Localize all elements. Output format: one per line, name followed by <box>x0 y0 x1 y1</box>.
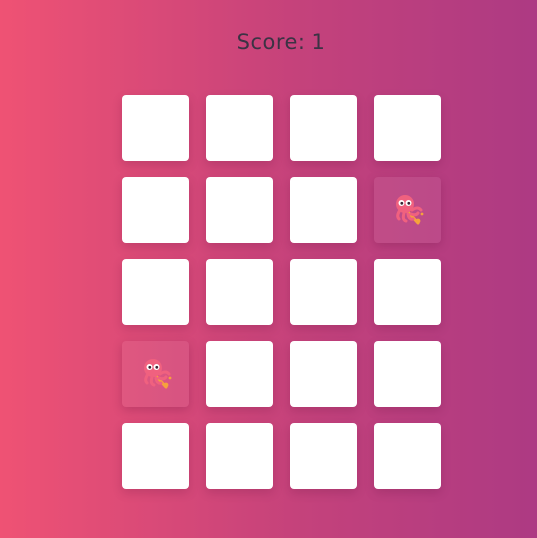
memory-card[interactable] <box>290 423 357 489</box>
memory-card[interactable] <box>206 177 273 243</box>
memory-card-matched[interactable] <box>122 341 189 407</box>
memory-card[interactable] <box>206 423 273 489</box>
card-grid <box>122 95 441 489</box>
octopus-icon <box>395 195 423 225</box>
memory-card[interactable] <box>122 423 189 489</box>
score-value: 1 <box>311 30 326 54</box>
memory-card[interactable] <box>290 95 357 161</box>
memory-card[interactable] <box>374 423 441 489</box>
memory-card[interactable] <box>122 259 189 325</box>
memory-card[interactable] <box>290 177 357 243</box>
memory-card[interactable] <box>374 341 441 407</box>
memory-card[interactable] <box>374 95 441 161</box>
score-label: Score: <box>236 30 306 54</box>
memory-card[interactable] <box>206 95 273 161</box>
memory-card[interactable] <box>122 177 189 243</box>
memory-card[interactable] <box>290 341 357 407</box>
memory-card[interactable] <box>374 259 441 325</box>
octopus-icon <box>143 359 171 389</box>
memory-card[interactable] <box>290 259 357 325</box>
memory-card-matched[interactable] <box>374 177 441 243</box>
memory-card[interactable] <box>122 95 189 161</box>
memory-card[interactable] <box>206 259 273 325</box>
score-display: Score: 1 <box>0 30 537 54</box>
memory-card[interactable] <box>206 341 273 407</box>
